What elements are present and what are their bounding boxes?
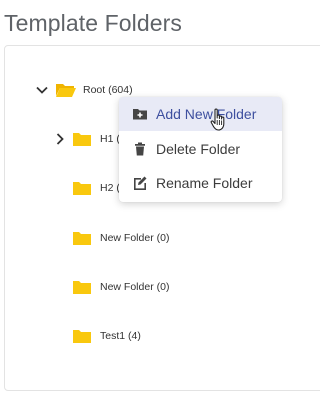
tree-node-h1[interactable]: H1 (: [52, 129, 120, 149]
tree-node-new-folder-1[interactable]: New Folder (0): [72, 228, 169, 248]
menu-item-rename-folder[interactable]: Rename Folder: [119, 166, 282, 200]
menu-item-label: Delete Folder: [156, 141, 241, 157]
chevron-down-icon[interactable]: [34, 82, 50, 98]
chevron-right-icon[interactable]: [52, 131, 68, 147]
tree-node-label: Test1 (4): [100, 330, 141, 342]
folder-icon: [72, 230, 92, 246]
tree-node-label: Root (604): [83, 84, 133, 96]
tree-node-label: H1 (: [100, 133, 120, 145]
menu-item-delete-folder[interactable]: Delete Folder: [119, 132, 282, 166]
tree-node-h2[interactable]: H2 (: [72, 178, 120, 198]
tree-node-new-folder-2[interactable]: New Folder (0): [72, 277, 169, 297]
folder-icon: [72, 131, 92, 147]
context-menu: Add New Folder Delete Folder Rename Fold…: [119, 97, 282, 202]
tree-node-label: New Folder (0): [100, 232, 170, 244]
trash-icon: [132, 141, 148, 157]
menu-item-label: Rename Folder: [156, 175, 253, 191]
tree-node-test1[interactable]: Test1 (4): [72, 326, 141, 346]
edit-icon: [132, 175, 148, 191]
menu-item-label: Add New Folder: [156, 106, 257, 122]
folder-icon: [72, 180, 92, 196]
tree-node-label: H2 (: [100, 182, 120, 194]
tree-node-label: New Folder (0): [100, 281, 170, 293]
page-title: Template Folders: [4, 10, 183, 36]
folder-icon: [72, 328, 92, 344]
folder-open-icon: [55, 82, 76, 98]
tree-node-root[interactable]: Root (604): [34, 80, 133, 100]
hand-pointer-cursor-icon: [210, 108, 228, 132]
folder-plus-icon: [132, 106, 148, 122]
folder-icon: [72, 279, 92, 295]
menu-item-add-new-folder[interactable]: Add New Folder: [119, 97, 282, 131]
